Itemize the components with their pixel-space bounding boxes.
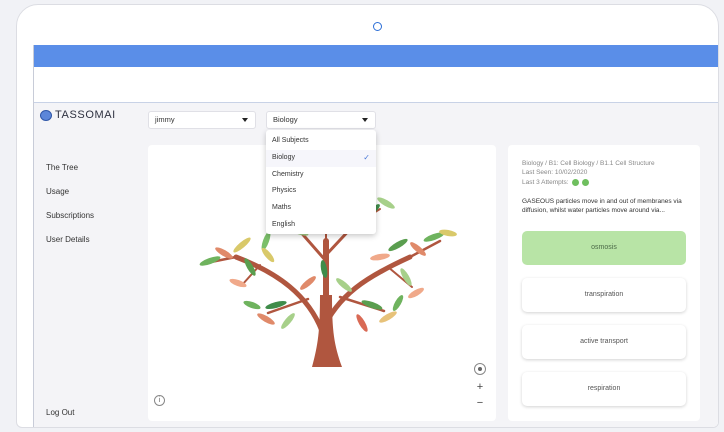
sidebar-item-the-tree[interactable]: The Tree [46, 161, 94, 185]
last-seen-text: Last Seen: 10/02/2020 [522, 169, 588, 176]
last-attempts-label: Last 3 Attempts: [522, 179, 569, 186]
subject-option-maths[interactable]: Maths [266, 200, 376, 217]
subject-option-label: Biology [272, 153, 295, 161]
breadcrumb: Biology / B1: Cell Biology / B1.1 Cell S… [522, 160, 655, 167]
sidebar-item-subscriptions[interactable]: Subscriptions [46, 209, 94, 233]
chevron-down-icon [242, 118, 248, 122]
subject-select[interactable]: Biology [266, 111, 376, 129]
attempt-correct-icon [581, 179, 589, 186]
chevron-down-icon [362, 118, 368, 122]
subject-option-physics[interactable]: Physics [266, 183, 376, 200]
zoom-in-button[interactable]: + [475, 381, 485, 393]
answer-option-transpiration[interactable]: transpiration [522, 278, 686, 312]
logo-icon [40, 109, 52, 121]
browser-top-bar [34, 45, 718, 67]
zoom-out-button[interactable]: − [475, 397, 485, 409]
sidebar-nav: The Tree Usage Subscriptions User Detail… [46, 161, 94, 257]
checkmark-icon: ✓ [363, 152, 370, 162]
user-select[interactable]: jimmy [148, 111, 256, 129]
question-panel: Biology / B1: Cell Biology / B1.1 Cell S… [508, 145, 700, 421]
subject-option-english[interactable]: English [266, 217, 376, 234]
browser-toolbar [34, 67, 718, 103]
log-out-link[interactable]: Log Out [46, 408, 74, 417]
subject-option-chemistry[interactable]: Chemistry [266, 167, 376, 184]
answer-option-active-transport[interactable]: active transport [522, 325, 686, 359]
last-attempts: Last 3 Attempts: [522, 179, 589, 186]
attempt-correct-icon [571, 179, 579, 186]
question-text: GASEOUS particles move in and out of mem… [522, 198, 682, 214]
logo-text: TASSOMAI [55, 109, 116, 121]
subject-select-value: Biology [273, 115, 298, 124]
recenter-icon[interactable] [474, 363, 486, 375]
app-area: TASSOMAI The Tree Usage Subscriptions Us… [34, 103, 718, 427]
camera-icon [373, 22, 382, 31]
logo[interactable]: TASSOMAI [40, 109, 116, 121]
sidebar-item-usage[interactable]: Usage [46, 185, 94, 209]
answer-option-respiration[interactable]: respiration [522, 372, 686, 406]
user-select-value: jimmy [155, 115, 175, 124]
sidebar-item-user-details[interactable]: User Details [46, 233, 94, 257]
subject-option-all[interactable]: All Subjects [266, 133, 376, 150]
answer-option-osmosis[interactable]: osmosis [522, 231, 686, 265]
tablet-frame: TASSOMAI The Tree Usage Subscriptions Us… [16, 4, 719, 428]
info-icon[interactable]: i [154, 395, 165, 406]
subject-option-biology[interactable]: Biology ✓ [266, 149, 376, 167]
screen: TASSOMAI The Tree Usage Subscriptions Us… [33, 45, 718, 427]
subject-dropdown-menu: All Subjects Biology ✓ Chemistry Physics… [266, 130, 376, 234]
